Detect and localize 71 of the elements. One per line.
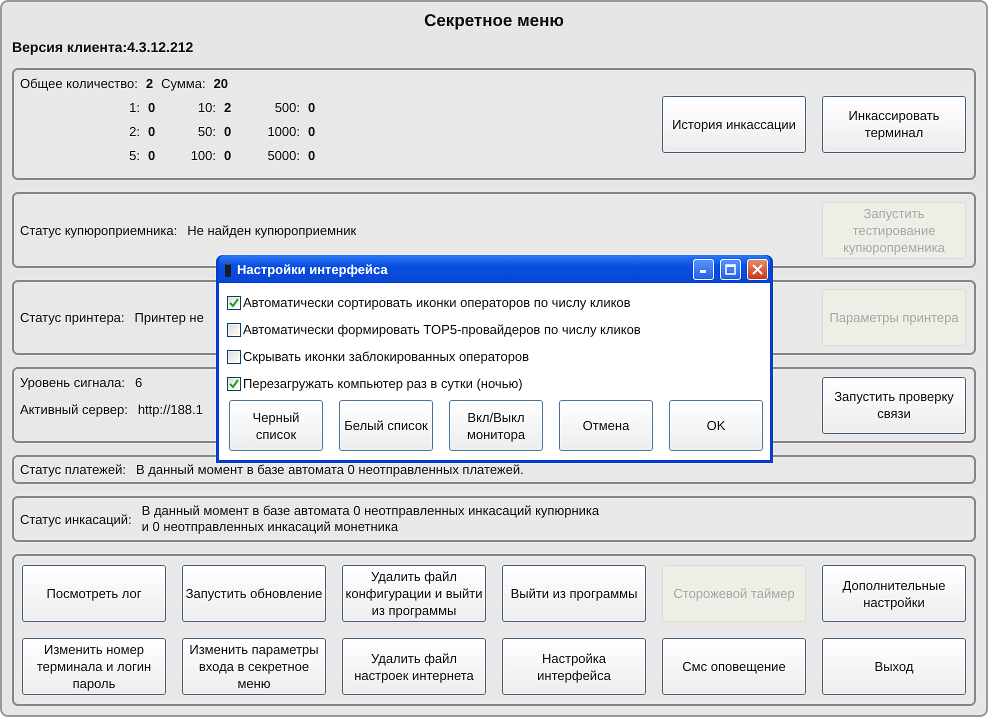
denomination-count: 0 bbox=[148, 148, 156, 163]
checkbox-label: Скрывать иконки заблокированных операторов bbox=[243, 349, 530, 364]
connection-label: Активный сервер: bbox=[20, 402, 128, 417]
app-icon bbox=[225, 262, 231, 276]
action-button[interactable]: Выход bbox=[822, 638, 966, 695]
checkbox[interactable] bbox=[227, 296, 241, 310]
checkbox[interactable] bbox=[227, 322, 241, 336]
action-button[interactable]: Дополнительные настройки bbox=[822, 565, 966, 622]
denomination-count: 2 bbox=[224, 100, 232, 115]
maximize-button[interactable] bbox=[720, 258, 741, 280]
dialog-button[interactable]: Отмена bbox=[559, 400, 653, 451]
dialog-button[interactable]: Белый список bbox=[339, 400, 433, 451]
denomination-label: 10: bbox=[196, 100, 217, 115]
denomination-label: 50: bbox=[196, 124, 217, 139]
connection-label: Уровень сигнала: bbox=[20, 375, 126, 390]
action-button[interactable]: Посмотреть лог bbox=[22, 565, 166, 622]
denomination-label: 1000: bbox=[266, 124, 301, 139]
denomination-count: 0 bbox=[148, 124, 156, 139]
denomination-label: 1: bbox=[128, 100, 141, 115]
status-value: Принтер не bbox=[134, 310, 204, 325]
status-value: Не найден купюроприемник bbox=[187, 222, 356, 238]
maximize-icon bbox=[725, 264, 736, 274]
status-value: В данный момент в базе автомата 0 неотправленных платежей. bbox=[136, 462, 524, 477]
status-label: Статус принтера: bbox=[20, 310, 125, 325]
total-count-value: 2 bbox=[146, 76, 154, 91]
sum-label: Сумма: bbox=[161, 76, 206, 91]
denomination-label: 5: bbox=[128, 148, 141, 163]
action-button[interactable]: Смс оповещение bbox=[662, 638, 806, 695]
client-version: Версия клиента:4.3.12.212 bbox=[12, 38, 194, 57]
action-button[interactable]: Изменить номер терминала и логин пароль bbox=[22, 638, 166, 695]
action-button[interactable]: Изменить параметры входа в секретное меню bbox=[182, 638, 326, 695]
denomination-count: 0 bbox=[308, 148, 316, 163]
checkbox-label: Перезагружать компьютер раз в сутки (ночью) bbox=[243, 376, 523, 391]
action-button[interactable]: Запустить обновление bbox=[182, 565, 326, 622]
dialog-button[interactable]: Вкл/Выкл монитора bbox=[449, 400, 543, 451]
action-button[interactable]: Инкассировать терминал bbox=[822, 96, 966, 152]
checkbox[interactable] bbox=[227, 350, 241, 364]
dialog-title: Настройки интерфейса bbox=[237, 262, 389, 276]
denomination-label: 2: bbox=[128, 124, 141, 139]
denomination-count: 0 bbox=[148, 100, 156, 115]
status-label: Статус купюроприемника: bbox=[20, 222, 178, 238]
denomination-label: 100: bbox=[190, 148, 217, 163]
dialog-button[interactable]: OK bbox=[669, 400, 763, 451]
minimize-button[interactable] bbox=[693, 258, 714, 280]
denomination-count: 0 bbox=[224, 124, 232, 139]
denomination-count: 0 bbox=[224, 148, 232, 163]
denomination-label: 5000: bbox=[266, 148, 301, 163]
action-button[interactable]: Настройка интерфейса bbox=[502, 638, 646, 695]
close-icon bbox=[752, 264, 763, 274]
denomination-count: 0 bbox=[308, 124, 316, 139]
action-button[interactable]: Удалить файл настроек интернета bbox=[342, 638, 486, 695]
checkbox-label: Автоматически формировать TOP5-провайдеров по числу кликов bbox=[243, 322, 641, 337]
connection-value: http://188.1 bbox=[138, 402, 203, 417]
checkbox[interactable] bbox=[227, 376, 241, 390]
status-value: и 0 неотправленных инкасаций монетника bbox=[142, 519, 400, 535]
denomination-label: 500: bbox=[274, 100, 301, 115]
action-button[interactable]: Выйти из программы bbox=[502, 565, 646, 622]
window-title: Секретное меню bbox=[423, 10, 565, 32]
denomination-count: 0 bbox=[308, 100, 316, 115]
sum-value: 20 bbox=[214, 76, 228, 91]
action-button[interactable]: История инкассации bbox=[662, 96, 806, 152]
dialog-button[interactable]: Черный список bbox=[229, 400, 323, 451]
checkbox-label: Автоматически сортировать иконки операторов по числу кликов bbox=[243, 295, 631, 310]
total-count-label: Общее количество: bbox=[20, 76, 138, 91]
status-value: В данный момент в базе автомата 0 неотправленных инкасаций купюрника bbox=[142, 503, 600, 519]
action-button[interactable]: Удалить файл конфигурации и выйти из программы bbox=[342, 565, 486, 622]
status-label: Статус платежей: bbox=[20, 462, 126, 477]
close-button[interactable] bbox=[747, 258, 768, 280]
status-label: Статус инкасаций: bbox=[20, 512, 132, 526]
connection-value: 6 bbox=[135, 375, 142, 390]
action-button[interactable]: Запустить проверку связи bbox=[822, 376, 966, 434]
